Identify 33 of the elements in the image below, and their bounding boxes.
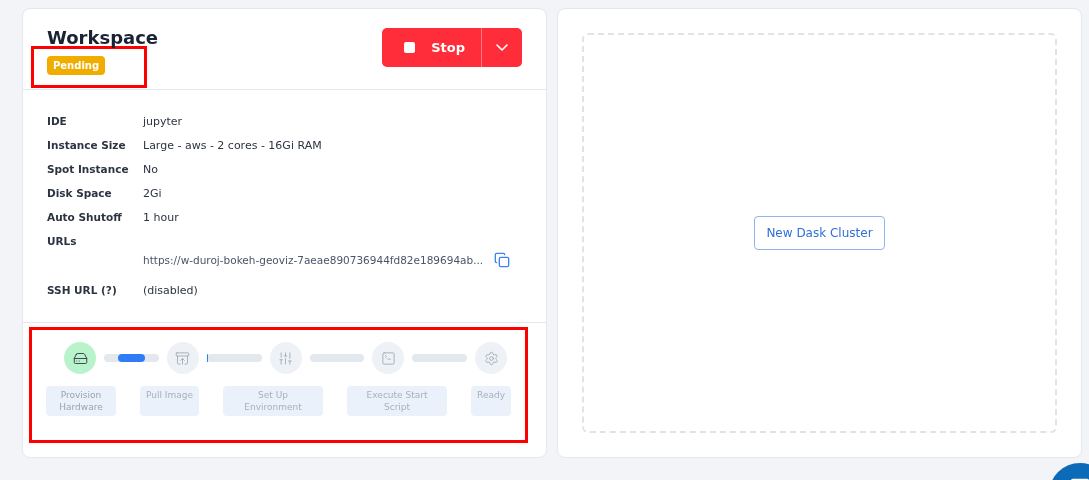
drive-icon (72, 350, 88, 366)
detail-value: 2Gi (143, 186, 163, 201)
new-dask-cluster-button[interactable]: New Dask Cluster (754, 216, 885, 250)
step-label: Execute Start Script (347, 386, 448, 416)
archive-box-icon (175, 350, 191, 366)
stop-button[interactable]: Stop (382, 28, 482, 67)
detail-label: Spot Instance (47, 162, 130, 177)
detail-label: SSH URL (?) (47, 283, 118, 298)
url-link[interactable]: https://w-duroj-bokeh-geoviz-7aeae890736944fd82e189694ab... (143, 254, 484, 266)
status-badge: Pending (47, 56, 106, 75)
stop-icon (404, 42, 416, 53)
step-label: Provision Hardware (46, 386, 116, 416)
detail-value: 1 hour (143, 210, 180, 225)
detail-label: Instance Size (47, 138, 127, 153)
detail-label: IDE (47, 114, 68, 129)
detail-label: URLs (47, 234, 78, 249)
terminal-icon (380, 350, 396, 366)
chevron-down-icon (496, 44, 508, 51)
detail-value: Large - aws - 2 cores - 16Gi RAM (143, 138, 323, 153)
copy-icon[interactable] (494, 252, 510, 268)
progress-track (412, 354, 467, 362)
detail-value: (disabled) (143, 283, 199, 298)
detail-label: Auto Shutoff (47, 210, 123, 225)
step-label: Set Up Environment (223, 386, 324, 416)
card-title: Workspace (47, 27, 159, 48)
gear-icon (483, 350, 499, 366)
detail-value: No (143, 162, 159, 177)
detail-label: Disk Space (47, 186, 113, 201)
step-label: Ready (471, 386, 511, 416)
sliders-icon (278, 350, 293, 366)
detail-value: jupyter (143, 114, 184, 129)
step-label: Pull Image (140, 386, 200, 416)
progress-track (309, 354, 365, 362)
